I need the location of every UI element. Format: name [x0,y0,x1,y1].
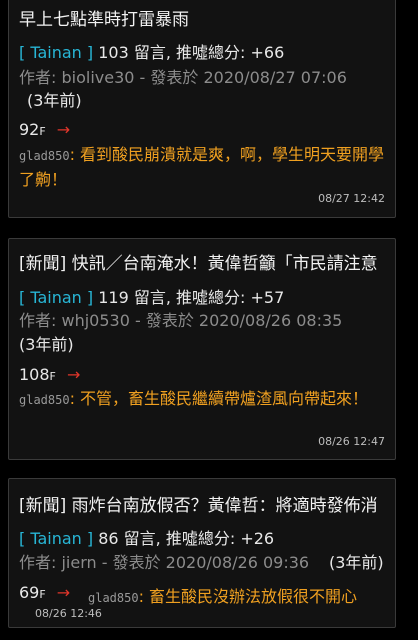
floor-number: 69 [19,583,40,602]
post-card-3[interactable]: [新聞] 雨炸台南放假否？黃偉哲：將適時發佈消 [ Tainan ] 86 留言… [8,478,396,628]
post-stats: 86 留言, 推噓總分: +26 [98,529,275,548]
arrow-icon: → [66,365,81,384]
reply-timestamp: 08/27 12:42 [318,192,385,205]
post-stats: 119 留言, 推噓總分: +57 [98,288,285,307]
post-meta: [ Tainan ] 103 留言, 推噓總分: +66 [19,39,284,63]
post-card-2[interactable]: [新聞] 快訊／台南淹水！黃偉哲籲「市民請注意 [ Tainan ] 119 留… [8,238,396,460]
arrow-icon: → [56,583,71,602]
post-author-line: 作者: biolive30 - 發表於 2020/08/27 07:06 [19,68,347,87]
floor-suffix: F [49,370,56,383]
reply-username[interactable]: glad850 [19,149,70,163]
reply-username[interactable]: glad850 [88,591,139,605]
post-age: (3年前) [19,335,74,354]
reply-timestamp: 08/26 12:47 [318,435,385,448]
post-meta: [ Tainan ] 119 留言, 推噓總分: +57 [19,284,284,308]
post-age: (3年前) [27,91,82,110]
reply-username[interactable]: glad850 [19,393,70,407]
post-age: (3年前) [329,553,384,572]
floor-suffix: F [39,125,46,138]
reply-floor: 92F → [19,120,70,139]
reply-text: : 看到酸民崩潰就是爽，啊，學生明天要開學了齁！ [19,145,385,189]
board-tag[interactable]: [ Tainan ] [19,529,93,548]
reply-timestamp: 08/26 12:46 [35,607,102,620]
post-title[interactable]: [新聞] 雨炸台南放假否？黃偉哲：將適時發佈消 [19,491,378,516]
floor-number: 92 [19,120,40,139]
post-title[interactable]: 早上七點準時打雷暴雨 [19,5,189,30]
floor-suffix: F [39,588,46,601]
reply-content: glad850: 看到酸民崩潰就是爽，啊，學生明天要開學了齁！ [19,143,389,192]
board-tag[interactable]: [ Tainan ] [19,43,93,62]
reply-content: glad850: 不管，畜生酸民繼續帶爐渣風向帶起來！ [19,387,389,412]
post-card-1[interactable]: 早上七點準時打雷暴雨 [ Tainan ] 103 留言, 推噓總分: +66 … [8,0,396,218]
arrow-icon: → [56,120,71,139]
post-meta: [ Tainan ] 86 留言, 推噓總分: +26 [19,525,274,549]
reply-floor: 108F → [19,365,80,384]
post-author-line: 作者: whj0530 - 發表於 2020/08/26 08:35 [19,311,343,330]
post-title[interactable]: [新聞] 快訊／台南淹水！黃偉哲籲「市民請注意 [19,249,378,274]
reply-content: glad850: 畜生酸民沒辦法放假很不開心 [88,583,357,607]
reply-floor: 69F → [19,583,70,602]
reply-text: : 畜生酸民沒辦法放假很不開心 [138,587,358,606]
post-stats: 103 留言, 推噓總分: +66 [98,43,285,62]
reply-text: : 不管，畜生酸民繼續帶爐渣風向帶起來！ [69,389,369,408]
post-author-line: 作者: jiern - 發表於 2020/08/26 09:36 [19,553,310,572]
board-tag[interactable]: [ Tainan ] [19,288,93,307]
floor-number: 108 [19,365,50,384]
